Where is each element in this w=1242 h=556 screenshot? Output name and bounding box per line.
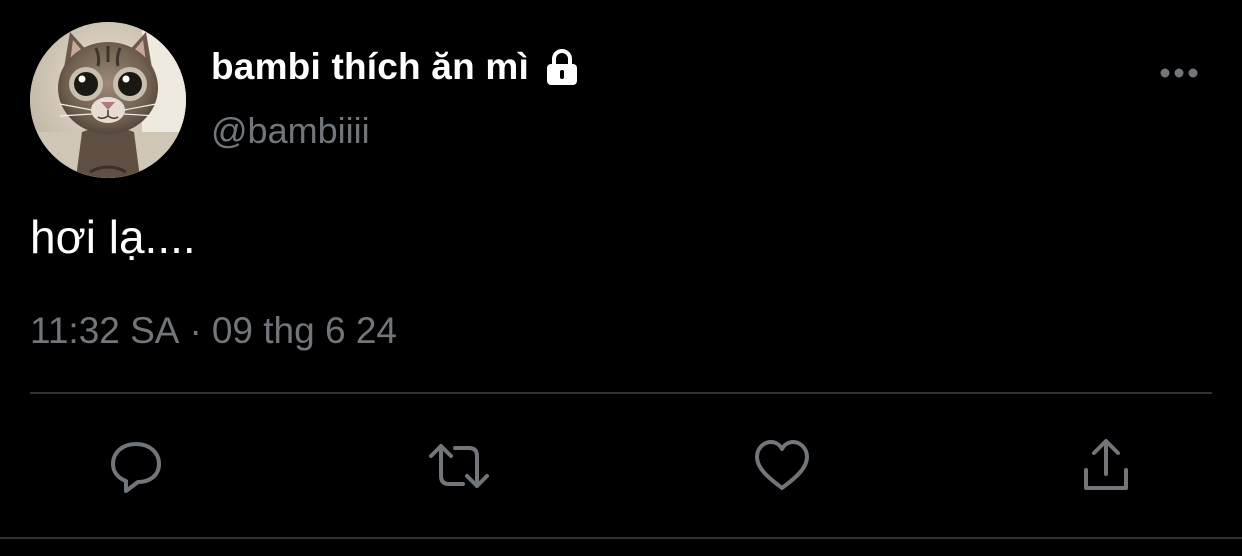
lock-icon [541,46,583,88]
reply-button[interactable] [104,434,168,498]
tweet-date: 09 thg 6 24 [211,310,397,351]
retweet-button[interactable] [427,434,491,498]
retweet-icon [429,444,489,488]
more-options-button[interactable] [1156,58,1202,88]
tweet-timestamp[interactable]: 11:32 SA · 09 thg 6 24 [30,310,397,352]
bottom-divider [0,537,1242,539]
user-handle[interactable]: @bambiiii [211,110,370,152]
tweet-text: hơi lạ.... [30,211,196,263]
comment-icon [111,442,161,493]
cat-photo [30,22,186,178]
tweet-detail: bambi thích ăn mì @bambiiii hơi lạ.... 1… [0,0,1242,556]
avatar[interactable] [30,22,186,178]
meta-separator: · [189,310,202,351]
display-name[interactable]: bambi thích ăn mì [211,44,583,90]
tweet-time: 11:32 SA [30,310,180,351]
divider [30,392,1212,394]
share-icon [1084,439,1128,490]
more-dots-icon [1160,68,1198,78]
share-button[interactable] [1074,434,1138,498]
display-name-text: bambi thích ăn mì [211,46,529,87]
like-button[interactable] [750,434,814,498]
heart-icon [755,440,809,490]
